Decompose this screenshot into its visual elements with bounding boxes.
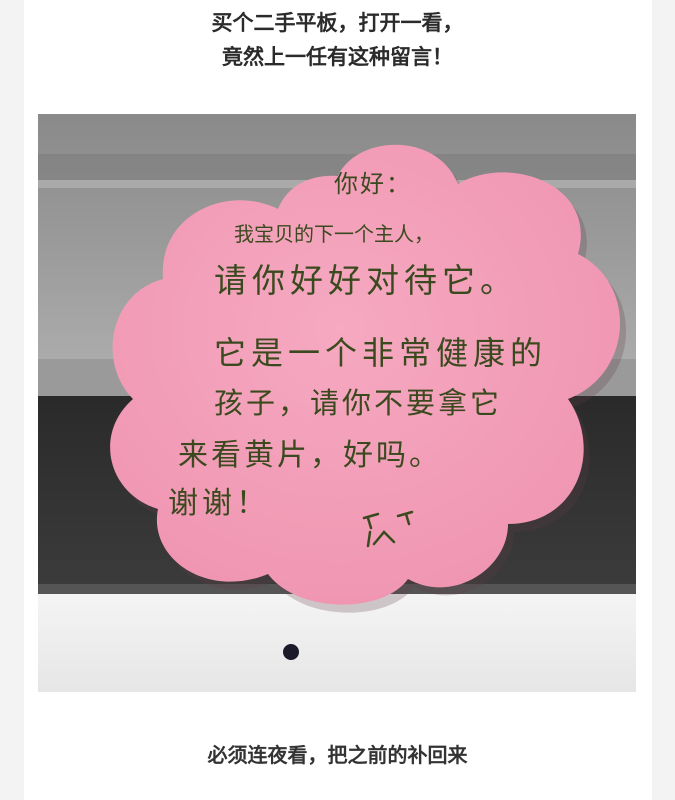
- page: 买个二手平板，打开一看， 竟然上一任有这种留言！ 你好： 我宝贝的下一个主人， …: [0, 0, 675, 800]
- photo: 你好： 我宝贝的下一个主人， 请你好好对待它。 它是一个非常健康的 孩子，请你不…: [38, 114, 636, 692]
- top-caption: 买个二手平板，打开一看， 竟然上一任有这种留言！: [0, 6, 675, 74]
- note-line-2: 请你好好对待它。: [214, 261, 518, 300]
- note-line-6: 谢谢！: [168, 486, 270, 521]
- top-caption-line-2: 竟然上一任有这种留言！: [222, 45, 453, 69]
- note-line-4: 孩子，请你不要拿它: [214, 386, 503, 420]
- note-greeting: 你好：: [334, 170, 412, 198]
- note-line-1: 我宝贝的下一个主人，: [234, 222, 434, 246]
- bottom-caption: 必须连夜看，把之前的补回来: [207, 743, 468, 767]
- note-line-5: 来看黄片，好吗。: [178, 438, 442, 473]
- camera-icon: [283, 644, 299, 660]
- note-line-3: 它是一个非常健康的: [214, 334, 548, 372]
- top-caption-line-1: 买个二手平板，打开一看，: [211, 11, 464, 35]
